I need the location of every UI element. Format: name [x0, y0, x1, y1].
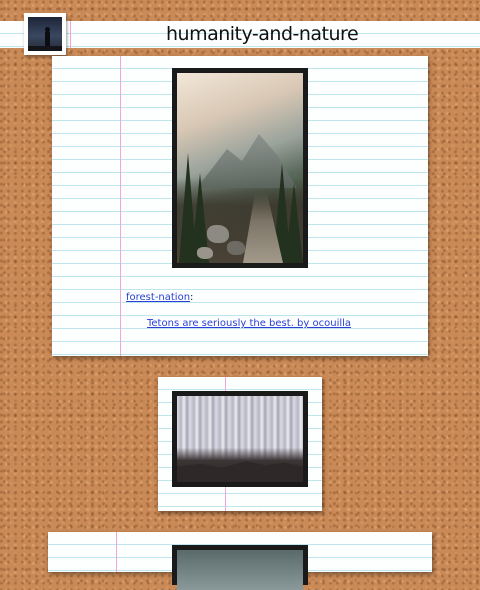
- source-blog-link[interactable]: forest-nation: [126, 292, 190, 303]
- blog-header-bar: humanity-and-nature: [0, 21, 480, 48]
- blog-title[interactable]: humanity-and-nature: [166, 23, 359, 45]
- stamp-photo-frame: [172, 68, 308, 268]
- post-photo-waterfall[interactable]: [177, 396, 303, 482]
- post-caption: Tetons are seriously the best. by ocouil…: [147, 318, 351, 329]
- post-card: forest-nation: Tetons are seriously the …: [52, 56, 428, 356]
- stamp-photo-frame: [172, 545, 308, 590]
- post-source: forest-nation:: [126, 292, 193, 303]
- stamp-photo-frame: [172, 391, 308, 487]
- post-photo[interactable]: [177, 550, 303, 590]
- blog-avatar[interactable]: [24, 13, 66, 55]
- avatar-image: [28, 17, 62, 51]
- post-photo-mountain-trail[interactable]: [177, 73, 303, 263]
- post-card: [158, 377, 322, 511]
- source-separator: :: [190, 292, 194, 303]
- caption-link[interactable]: Tetons are seriously the best. by ocouil…: [147, 318, 351, 329]
- post-card: [48, 532, 432, 590]
